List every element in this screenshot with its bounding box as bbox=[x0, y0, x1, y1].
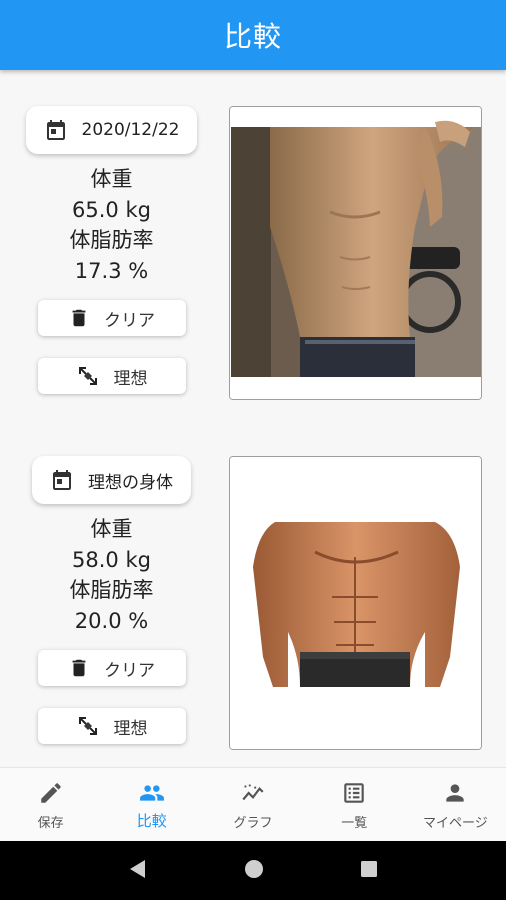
clear-button[interactable]: クリア bbox=[37, 650, 186, 686]
ideal-body-image bbox=[230, 457, 481, 749]
recents-icon[interactable] bbox=[359, 859, 379, 883]
nav-label-mypage: マイページ bbox=[423, 816, 488, 831]
system-navigation-bar bbox=[0, 841, 506, 900]
weight-value: 58.0 kg bbox=[72, 547, 151, 572]
date-selector-chip[interactable]: 2020/12/22 bbox=[25, 106, 198, 154]
pencil-icon bbox=[38, 780, 64, 806]
home-icon[interactable] bbox=[243, 858, 265, 884]
resize-arrows-icon bbox=[76, 714, 100, 738]
nav-label-save: 保存 bbox=[37, 816, 64, 831]
calendar-icon bbox=[44, 118, 68, 142]
clear-button[interactable]: クリア bbox=[37, 300, 186, 336]
current-body-photo[interactable] bbox=[229, 106, 482, 400]
page-title: 比較 bbox=[223, 20, 282, 53]
current-body-image bbox=[230, 107, 481, 399]
trash-icon bbox=[68, 656, 90, 680]
ideal-button[interactable]: 理想 bbox=[37, 358, 186, 394]
nav-item-graph[interactable]: グラフ bbox=[202, 768, 303, 841]
list-icon bbox=[341, 780, 367, 806]
nav-label-compare: 比較 bbox=[136, 812, 167, 830]
resize-arrows-icon bbox=[76, 364, 100, 388]
ideal-body-info: 理想の身体 体重 58.0 kg 体脂肪率 20.0 % クリア 理想 bbox=[0, 456, 223, 744]
weight-label: 体重 bbox=[90, 167, 133, 191]
nav-item-compare[interactable]: 比較 bbox=[101, 768, 202, 841]
calendar-icon bbox=[50, 468, 74, 492]
ideal-button-label: 理想 bbox=[113, 718, 148, 739]
ideal-body-chip[interactable]: 理想の身体 bbox=[32, 456, 191, 504]
current-body-info: 2020/12/22 体重 65.0 kg 体脂肪率 17.3 % クリア 理想 bbox=[0, 106, 223, 394]
date-label: 2020/12/22 bbox=[81, 120, 180, 140]
chart-icon bbox=[239, 780, 267, 806]
clear-button-label: クリア bbox=[104, 310, 155, 331]
ideal-button-label: 理想 bbox=[113, 368, 148, 389]
nav-item-list[interactable]: 一覧 bbox=[304, 768, 405, 841]
back-icon[interactable] bbox=[127, 858, 149, 884]
current-stats: 体重 65.0 kg 体脂肪率 17.3 % bbox=[70, 164, 154, 286]
weight-value: 65.0 kg bbox=[72, 197, 151, 222]
trash-icon bbox=[68, 306, 90, 330]
body-fat-value: 17.3 % bbox=[74, 258, 149, 283]
clear-button-label: クリア bbox=[104, 660, 155, 681]
nav-item-save[interactable]: 保存 bbox=[0, 768, 101, 841]
person-icon bbox=[442, 780, 468, 806]
body-fat-label: 体脂肪率 bbox=[69, 578, 154, 602]
body-fat-label: 体脂肪率 bbox=[69, 228, 154, 252]
nav-label-list: 一覧 bbox=[341, 816, 368, 831]
nav-item-mypage[interactable]: マイページ bbox=[405, 768, 506, 841]
people-icon bbox=[138, 780, 166, 806]
nav-label-graph: グラフ bbox=[233, 816, 273, 831]
compare-content: 2020/12/22 体重 65.0 kg 体脂肪率 17.3 % クリア 理想 bbox=[0, 70, 506, 767]
app-bar: 比較 bbox=[0, 0, 506, 70]
body-fat-value: 20.0 % bbox=[74, 608, 149, 633]
ideal-body-photo[interactable] bbox=[229, 456, 482, 750]
bottom-navigation: 保存 比較 グラフ 一覧 マイページ bbox=[0, 767, 506, 841]
weight-label: 体重 bbox=[90, 517, 133, 541]
ideal-body-label: 理想の身体 bbox=[88, 472, 173, 493]
ideal-button[interactable]: 理想 bbox=[37, 708, 186, 744]
ideal-stats: 体重 58.0 kg 体脂肪率 20.0 % bbox=[70, 514, 154, 636]
